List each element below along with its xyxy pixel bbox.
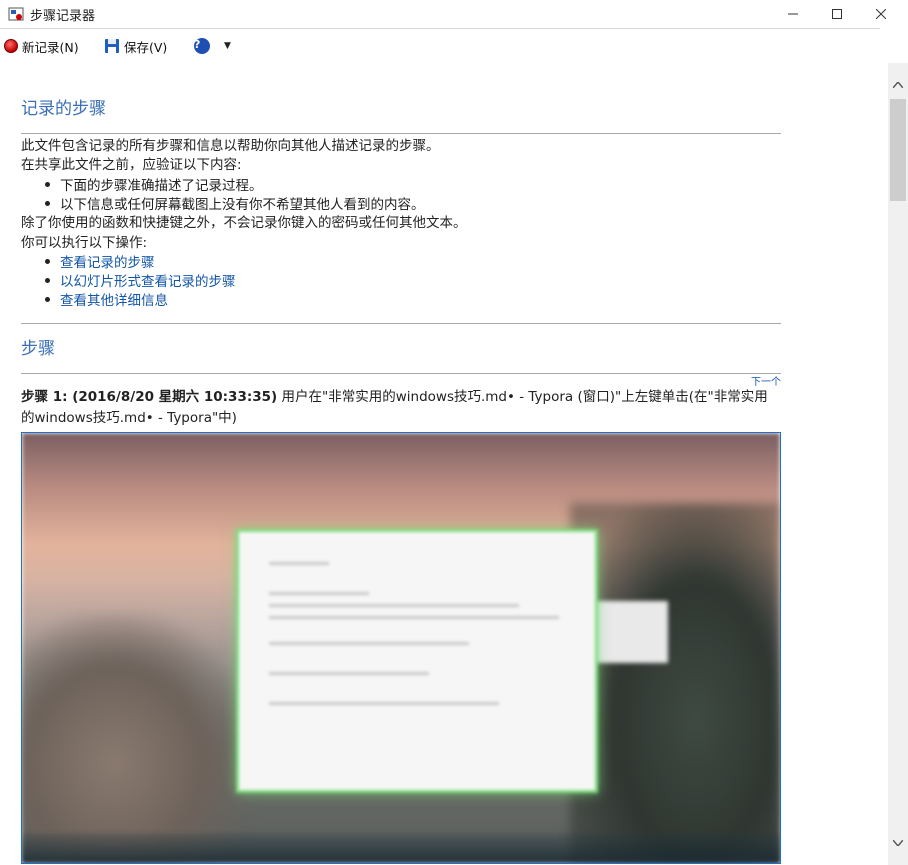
list-item: 以幻灯片形式查看记录的步骤 <box>45 270 236 290</box>
step-label: 步骤 1: (2016/8/20 星期六 10:33:35) <box>21 389 278 405</box>
scroll-up-button[interactable] <box>888 75 908 95</box>
intro-text: 此文件包含记录的所有步骤和信息以帮助你向其他人描述记录的步骤。 <box>21 138 440 154</box>
screenshot-popup <box>588 601 668 663</box>
toolbar: 新记录(N) 保存(V) ? ▼ <box>0 29 880 63</box>
record-icon <box>4 39 18 53</box>
chevron-up-icon <box>893 82 903 88</box>
close-button[interactable] <box>858 0 904 28</box>
minimize-icon <box>788 13 798 15</box>
page-title: 记录的步骤 <box>21 99 106 119</box>
bullet-icon <box>45 181 50 187</box>
chevron-down-icon[interactable]: ▼ <box>224 41 231 51</box>
screenshot-rock <box>570 503 780 863</box>
vertical-scrollbar[interactable] <box>888 63 908 865</box>
minimize-button[interactable] <box>770 0 816 28</box>
save-label: 保存(V) <box>124 39 168 55</box>
new-record-button[interactable]: 新记录(N) <box>4 36 79 56</box>
help-button[interactable]: ? ▼ <box>194 36 231 56</box>
maximize-icon <box>832 9 842 19</box>
verify-text: 在共享此文件之前，应验证以下内容: <box>21 157 242 173</box>
check-text: 以下信息或任何屏幕截图上没有你不希望其他人看到的内容。 <box>60 197 425 213</box>
new-record-label: 新记录(N) <box>22 39 79 55</box>
note-text: 除了你使用的函数和快捷键之外，不会记录你键入的密码或任何其他文本。 <box>21 215 467 231</box>
scrollbar-thumb[interactable] <box>890 99 906 201</box>
app-icon <box>8 7 24 21</box>
help-icon: ? <box>194 38 210 54</box>
scroll-down-button[interactable] <box>888 833 908 853</box>
save-button[interactable]: 保存(V) <box>104 36 167 56</box>
list-item: 以下信息或任何屏幕截图上没有你不希望其他人看到的内容。 <box>45 193 425 213</box>
title-bar: 步骤记录器 <box>0 0 908 28</box>
list-item: 查看其他详细信息 <box>45 289 168 309</box>
slideshow-link[interactable]: 以幻灯片形式查看记录的步骤 <box>60 270 236 290</box>
bullet-icon <box>45 258 50 264</box>
bullet-icon <box>45 296 50 302</box>
list-item: 下面的步骤准确描述了记录过程。 <box>45 174 263 194</box>
screenshot-taskbar <box>22 833 780 863</box>
bullet-icon <box>45 277 50 283</box>
document-view: 记录的步骤 此文件包含记录的所有步骤和信息以帮助你向其他人描述记录的步骤。 在共… <box>0 63 888 865</box>
step-description: 步骤 1: (2016/8/20 星期六 10:33:35) 用户在"非常实用的… <box>21 387 781 429</box>
step-screenshot[interactable] <box>21 432 781 864</box>
view-steps-link[interactable]: 查看记录的步骤 <box>60 251 155 271</box>
check-text: 下面的步骤准确描述了记录过程。 <box>60 178 263 194</box>
list-item: 查看记录的步骤 <box>45 251 155 271</box>
bullet-icon <box>45 200 50 206</box>
divider <box>21 323 781 324</box>
next-link[interactable]: 下一个 <box>751 373 781 388</box>
save-icon <box>105 39 119 53</box>
steps-heading: 步骤 <box>21 339 55 359</box>
window-title: 步骤记录器 <box>30 9 96 24</box>
details-link[interactable]: 查看其他详细信息 <box>60 289 168 309</box>
screenshot-rock <box>22 613 252 863</box>
can-do-text: 你可以执行以下操作: <box>21 235 148 251</box>
highlighted-window <box>236 529 598 793</box>
chevron-down-icon <box>893 840 903 846</box>
divider <box>21 373 781 374</box>
close-icon <box>876 9 886 19</box>
maximize-button[interactable] <box>814 0 860 28</box>
